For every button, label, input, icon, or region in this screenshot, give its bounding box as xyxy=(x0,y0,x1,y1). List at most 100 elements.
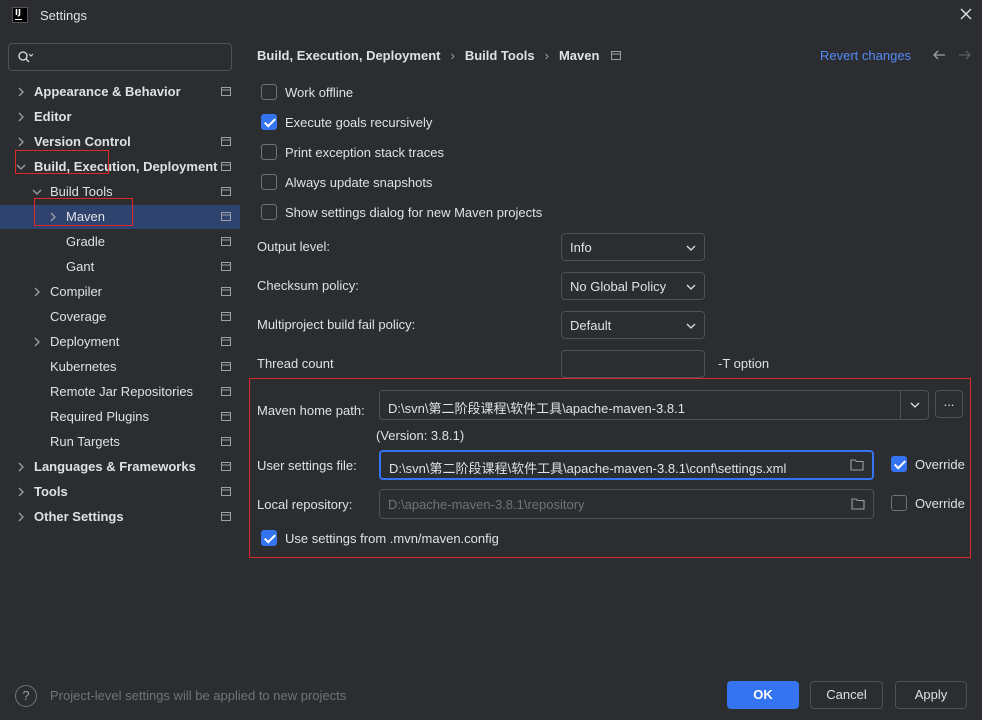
sidebar-item-label: Coverage xyxy=(50,309,107,324)
settings-override-checkbox[interactable] xyxy=(891,456,907,472)
chevron-down-icon xyxy=(686,245,696,251)
browse-maven-home-button[interactable]: ... xyxy=(935,390,963,418)
show-settings-label: Show settings dialog for new Maven proje… xyxy=(285,204,543,220)
arrow-left-icon[interactable] xyxy=(932,48,946,62)
project-scope-icon xyxy=(221,237,231,246)
sidebar-item-run-targets[interactable]: Run Targets xyxy=(0,430,240,454)
sidebar-item-version-control[interactable]: Version Control xyxy=(0,130,240,154)
sidebar-item-label: Required Plugins xyxy=(50,409,150,424)
breadcrumb: Build, Execution, Deployment › Build Too… xyxy=(257,48,622,63)
maven-home-dropdown[interactable] xyxy=(900,391,928,419)
output-level-label: Output level: xyxy=(257,239,330,254)
breadcrumb-separator: › xyxy=(544,48,549,63)
repository-override-option[interactable]: Override xyxy=(891,493,965,513)
project-scope-icon xyxy=(221,287,231,296)
footer-hint: Project-level settings will be applied t… xyxy=(50,688,347,703)
breadcrumb-item[interactable]: Build Tools xyxy=(465,48,535,63)
local-repository-field[interactable]: D:\apache-maven-3.8.1\repository xyxy=(379,489,874,519)
sidebar-item-coverage[interactable]: Coverage xyxy=(0,305,240,329)
sidebar-item-build-execution-deployment[interactable]: Build, Execution, Deployment xyxy=(0,155,240,179)
sidebar-item-build-tools[interactable]: Build Tools xyxy=(0,180,240,204)
print-exception-option[interactable]: Print exception stack traces xyxy=(261,142,444,162)
breadcrumb-item[interactable]: Build, Execution, Deployment xyxy=(257,48,440,63)
sidebar-item-label: Build Tools xyxy=(50,184,113,199)
user-settings-field[interactable]: D:\svn\第二阶段课程\软件工具\apache-maven-3.8.1\co… xyxy=(379,450,874,480)
sidebar-item-label: Version Control xyxy=(34,134,131,149)
local-repository-label: Local repository: xyxy=(257,497,353,512)
thread-count-input[interactable] xyxy=(561,350,705,378)
show-settings-option[interactable]: Show settings dialog for new Maven proje… xyxy=(261,202,542,222)
settings-override-option[interactable]: Override xyxy=(891,454,965,474)
project-scope-icon xyxy=(221,137,231,146)
fail-policy-select[interactable]: Default xyxy=(561,311,705,339)
thread-count-hint: -T option xyxy=(718,356,770,371)
project-scope-icon xyxy=(221,187,231,196)
sidebar-item-gant[interactable]: Gant xyxy=(0,255,240,279)
sidebar-item-compiler[interactable]: Compiler xyxy=(0,280,240,304)
revert-changes-link[interactable]: Revert changes xyxy=(820,48,911,63)
chevron-right-icon xyxy=(18,462,24,472)
chevron-right-icon xyxy=(18,87,24,97)
show-settings-checkbox[interactable] xyxy=(261,204,277,220)
work-offline-checkbox[interactable] xyxy=(261,84,277,100)
execute-goals-option[interactable]: Execute goals recursively xyxy=(261,112,432,132)
sidebar-item-kubernetes[interactable]: Kubernetes xyxy=(0,355,240,379)
sidebar-item-languages-frameworks[interactable]: Languages & Frameworks xyxy=(0,455,240,479)
sidebar-item-label: Other Settings xyxy=(34,509,124,524)
output-level-value: Info xyxy=(570,240,592,255)
output-level-select[interactable]: Info xyxy=(561,233,705,261)
chevron-right-icon xyxy=(18,512,24,522)
folder-icon[interactable] xyxy=(851,497,865,510)
execute-goals-label: Execute goals recursively xyxy=(285,114,433,130)
project-scope-icon xyxy=(221,212,231,221)
work-offline-option[interactable]: Work offline xyxy=(261,82,353,102)
search-input[interactable] xyxy=(8,43,232,71)
sidebar-item-label: Languages & Frameworks xyxy=(34,459,196,474)
sidebar-item-other-settings[interactable]: Other Settings xyxy=(0,505,240,529)
use-maven-config-label: Use settings from .mvn/maven.config xyxy=(285,530,499,546)
sidebar-item-label: Gradle xyxy=(66,234,106,249)
folder-icon[interactable] xyxy=(850,458,864,471)
sidebar-item-remote-jar-repositories[interactable]: Remote Jar Repositories xyxy=(0,380,240,404)
always-update-checkbox[interactable] xyxy=(261,174,277,190)
sidebar-item-tools[interactable]: Tools xyxy=(0,480,240,504)
local-repository-value: D:\apache-maven-3.8.1\repository xyxy=(388,497,585,512)
help-icon[interactable]: ? xyxy=(15,685,37,707)
sidebar-item-label: Compiler xyxy=(50,284,103,299)
sidebar-item-required-plugins[interactable]: Required Plugins xyxy=(0,405,240,429)
execute-goals-checkbox[interactable] xyxy=(261,114,277,130)
sidebar-item-maven[interactable]: Maven xyxy=(0,205,240,229)
maven-home-label: Maven home path: xyxy=(257,403,365,418)
chevron-down-icon xyxy=(32,189,42,195)
dialog-footer: ? Project-level settings will be applied… xyxy=(0,670,982,720)
close-icon[interactable] xyxy=(958,6,974,22)
sidebar-item-editor[interactable]: Editor xyxy=(0,105,240,129)
print-exception-checkbox[interactable] xyxy=(261,144,277,160)
project-scope-icon xyxy=(221,337,231,346)
breadcrumb-item: Maven xyxy=(558,48,600,63)
sidebar-item-label: Run Targets xyxy=(50,434,120,449)
maven-home-field[interactable]: D:\svn\第二阶段课程\软件工具\apache-maven-3.8.1 xyxy=(379,390,929,420)
use-maven-config-option[interactable]: Use settings from .mvn/maven.config xyxy=(261,528,499,548)
use-maven-config-checkbox[interactable] xyxy=(261,530,277,546)
checksum-policy-select[interactable]: No Global Policy xyxy=(561,272,705,300)
cancel-button[interactable]: Cancel xyxy=(810,681,883,709)
sidebar-item-appearance[interactable]: Appearance & Behavior xyxy=(0,80,240,104)
chevron-down-icon xyxy=(910,402,920,408)
repository-override-checkbox[interactable] xyxy=(891,495,907,511)
sidebar-item-label: Remote Jar Repositories xyxy=(50,384,194,399)
always-update-option[interactable]: Always update snapshots xyxy=(261,172,432,192)
project-scope-icon xyxy=(221,312,231,321)
user-settings-label: User settings file: xyxy=(257,458,357,473)
sidebar-item-label: Editor xyxy=(34,109,72,124)
chevron-right-icon xyxy=(18,112,24,122)
chevron-right-icon xyxy=(34,287,40,297)
title-bar: IJ Settings xyxy=(0,0,982,32)
arrow-right-icon[interactable] xyxy=(958,48,972,62)
checksum-policy-value: No Global Policy xyxy=(570,279,667,294)
ok-button[interactable]: OK xyxy=(727,681,799,709)
apply-button[interactable]: Apply xyxy=(895,681,967,709)
always-update-label: Always update snapshots xyxy=(285,174,433,190)
sidebar-item-gradle[interactable]: Gradle xyxy=(0,230,240,254)
sidebar-item-deployment[interactable]: Deployment xyxy=(0,330,240,354)
